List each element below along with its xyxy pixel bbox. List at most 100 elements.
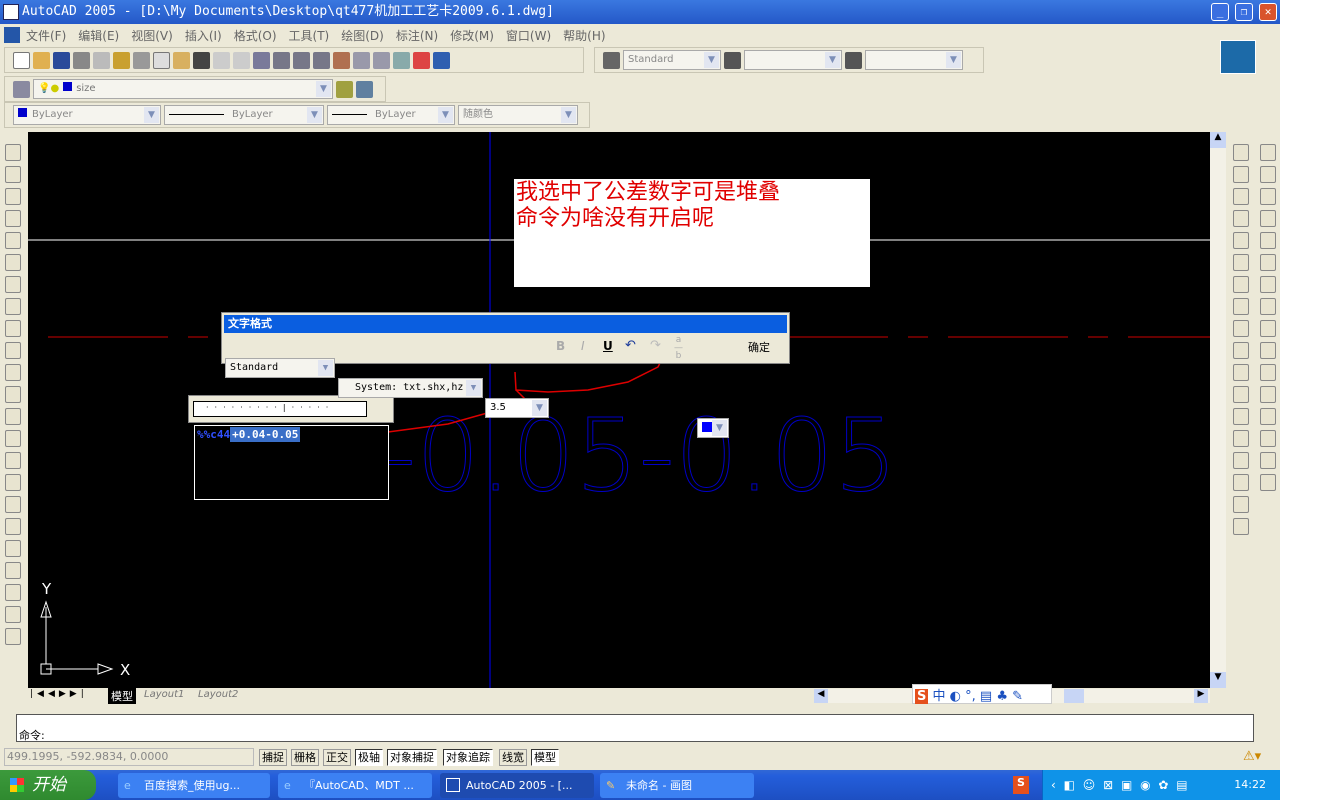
linear-dim-icon[interactable] [1260,144,1276,161]
tool-palettes-icon[interactable] [373,51,390,69]
vertical-scrollbar[interactable]: ▲ ▼ [1210,132,1226,688]
paste-icon[interactable] [173,51,190,69]
taskbar-item-autocad[interactable]: AutoCAD 2005 - [... [440,773,594,798]
ellipse-icon[interactable] [1233,342,1249,359]
copy-object-icon[interactable] [5,166,21,183]
sheet-set-icon[interactable] [393,51,410,69]
otrack-toggle[interactable]: 对象追踪 [443,749,493,766]
restore-button[interactable]: ❐ [1235,3,1253,21]
zoom-previous-icon[interactable] [313,51,330,69]
point-icon[interactable] [1233,430,1249,447]
spline-icon[interactable] [1233,320,1249,337]
new-icon[interactable] [13,51,30,69]
ime-mode[interactable]: 中 [933,689,946,704]
text-style-icon[interactable] [603,51,620,69]
menu-view[interactable]: 视图(V) [131,27,173,44]
properties-icon[interactable] [333,51,350,69]
mtext-icon[interactable] [1233,518,1249,535]
radius-dim-icon[interactable] [1260,210,1276,227]
redo-icon[interactable] [233,51,250,69]
ordinate-dim-icon[interactable] [1260,188,1276,205]
save-icon[interactable] [53,51,70,69]
menu-dimension[interactable]: 标注(N) [396,27,438,44]
sogou-tray-icon[interactable]: S [1013,776,1029,794]
stretch-icon[interactable] [5,320,21,337]
scale-icon[interactable] [5,298,21,315]
redo-icon[interactable]: ↷ [650,338,661,353]
brush-icon[interactable] [5,540,21,557]
angular-dim-icon[interactable] [1260,254,1276,271]
dim-text-edit-icon[interactable] [1260,430,1276,447]
circle-icon[interactable] [1233,276,1249,293]
insert-block-icon[interactable] [1233,386,1249,403]
taskbar-item-forum[interactable]: e 『AutoCAD、MDT ... [278,773,432,798]
stack-fraction-icon[interactable]: a — b [674,336,683,361]
tray-icons[interactable]: ‹ ◧ ☺ ⊠ ▣ ◉ ✿ ▤ [1051,770,1190,800]
pan-icon[interactable] [253,51,270,69]
undo-icon[interactable]: ↶ [625,338,636,353]
open-icon[interactable] [33,51,50,69]
font-select[interactable]: System: txt.shx,hz ▼ [338,378,483,398]
dim-edit-icon[interactable] [1260,408,1276,425]
explode-icon[interactable] [5,452,21,469]
start-button[interactable]: 开始 [0,770,96,800]
lineweight-select[interactable]: ByLayer ▼ [327,105,455,125]
command-line[interactable]: 命令: [16,714,1254,742]
tag-icon[interactable] [5,606,21,623]
warning-icon[interactable]: ⚠▾ [1243,749,1261,764]
scroll-right-icon[interactable]: ▶ [1194,689,1208,703]
drawing-canvas[interactable]: -0.05-0.05 Y X 我选中了公差数字可是堆叠 命令为啥没有开启呢 ··… [28,132,1210,688]
bold-button[interactable]: B [556,339,565,353]
move-icon[interactable] [5,254,21,271]
scroll-down-icon[interactable]: ▼ [1210,672,1226,688]
quick-dim-icon[interactable] [1260,276,1276,293]
layer-previous-icon[interactable] [356,80,373,98]
menu-window[interactable]: 窗口(W) [506,27,551,44]
draworder-icon[interactable] [5,474,21,491]
model-toggle[interactable]: 模型 [531,749,559,766]
edit-icon[interactable] [5,496,21,513]
text-color-select[interactable]: ▼ [697,418,729,438]
close-button[interactable]: ✕ [1259,3,1277,21]
plot-preview-icon[interactable] [93,51,110,69]
menu-insert[interactable]: 插入(I) [185,27,222,44]
aligned-dim-icon[interactable] [1260,166,1276,183]
break-icon[interactable] [5,386,21,403]
lineweight-toggle[interactable]: 线宽 [499,749,527,766]
underline-button[interactable]: U [603,339,613,353]
pencil-icon[interactable] [5,518,21,535]
plot-icon[interactable] [73,51,90,69]
match-properties-icon[interactable] [193,51,210,69]
table-icon[interactable] [1233,496,1249,513]
zoom-realtime-icon[interactable] [273,51,290,69]
ortho-toggle[interactable]: 正交 [323,749,351,766]
diameter-dim-icon[interactable] [1260,232,1276,249]
help-icon[interactable] [433,51,450,69]
style-select[interactable]: Standard ▼ [225,358,335,378]
text-style-select[interactable]: Standard ▼ [623,50,721,70]
erase-icon[interactable] [5,144,21,161]
layer-manager-icon[interactable] [13,80,30,98]
menu-modify[interactable]: 修改(M) [450,27,494,44]
undo-icon[interactable] [213,51,230,69]
height-select[interactable]: 3.5 ▼ [485,398,549,418]
minimize-button[interactable]: _ [1211,3,1229,21]
publish-icon[interactable] [113,51,130,69]
dim-style-icon[interactable] [724,51,741,69]
sogou-icon[interactable]: S [915,689,929,704]
menu-help[interactable]: 帮助(H) [563,27,605,44]
tab-model[interactable]: 模型 [108,688,136,704]
dim-style-icon[interactable] [1260,474,1276,491]
grid-toggle[interactable]: 栅格 [291,749,319,766]
ok-button[interactable]: 确定 [748,339,770,355]
scroll-up-icon[interactable]: ▲ [1210,132,1226,148]
make-block-icon[interactable] [1233,408,1249,425]
snap-toggle[interactable]: 捕捉 [259,749,287,766]
ime-toolbar[interactable]: S 中 ◐ °, ▤ ♣ ✎ [912,684,1052,704]
region-icon[interactable] [1233,474,1249,491]
zoom-window-icon[interactable] [293,51,310,69]
fillet-icon[interactable] [5,430,21,447]
markup-icon[interactable] [413,51,430,69]
rotate-icon[interactable] [5,276,21,293]
designcenter-icon[interactable] [353,51,370,69]
